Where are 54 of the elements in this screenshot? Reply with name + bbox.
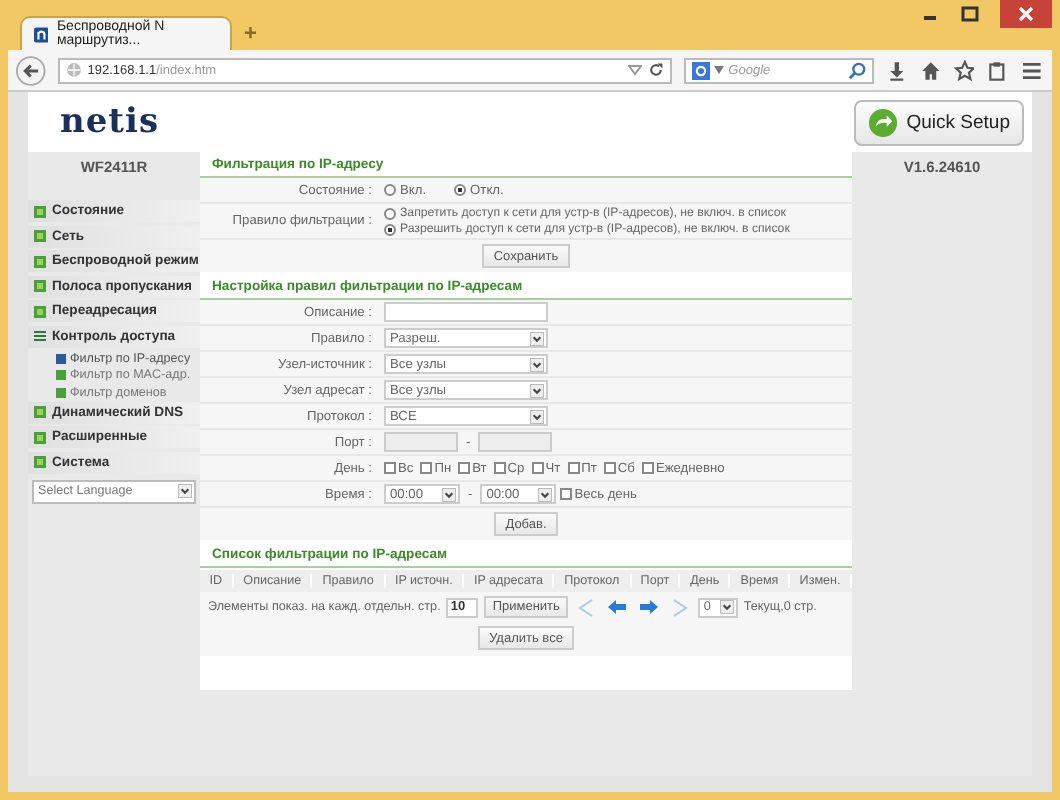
square-icon: [34, 280, 46, 292]
chevron-down-icon: [530, 357, 544, 371]
search-icon[interactable]: [847, 61, 866, 79]
square-icon: [56, 387, 66, 398]
checkbox[interactable]: [420, 462, 433, 474]
close-icon[interactable]: [1000, 0, 1052, 28]
new-tab-button[interactable]: +: [232, 16, 269, 50]
square-icon: [34, 255, 46, 267]
chevron-down-icon: [442, 487, 456, 501]
caret-icon: [714, 66, 725, 74]
chevron-down-icon: [530, 409, 544, 423]
chevron-down-icon: [530, 331, 544, 345]
radio-button[interactable]: [384, 223, 396, 235]
checkbox[interactable]: [567, 462, 580, 474]
square-icon: [56, 353, 66, 364]
arrow-right-icon[interactable]: [639, 600, 658, 614]
checkbox[interactable]: [531, 462, 544, 474]
square-icon: [34, 406, 46, 418]
reload-icon[interactable]: [648, 62, 665, 78]
chevron-down-icon: [178, 484, 192, 498]
back-icon[interactable]: [16, 55, 46, 85]
square-icon: [34, 431, 46, 443]
chevron-down-icon: [538, 487, 553, 501]
download-icon[interactable]: [885, 59, 908, 81]
square-icon: [34, 230, 46, 242]
checkbox[interactable]: [493, 462, 506, 474]
square-icon: [34, 456, 46, 468]
radio-button[interactable]: [384, 207, 396, 219]
radio-button[interactable]: [454, 184, 467, 196]
star-icon[interactable]: [953, 59, 975, 81]
square-icon: [34, 205, 46, 217]
chevron-down-icon: [719, 600, 734, 614]
square-icon: [56, 370, 66, 381]
favicon-icon: [34, 25, 49, 43]
arrow-left-icon[interactable]: [607, 600, 626, 614]
checkbox[interactable]: [560, 488, 573, 500]
list-icon: [34, 330, 46, 342]
quick-setup-button[interactable]: Quick Setup: [854, 99, 1024, 145]
checkbox[interactable]: [384, 462, 396, 474]
maximize-icon[interactable]: [960, 6, 980, 22]
checkbox[interactable]: [641, 462, 654, 474]
checkbox[interactable]: [458, 462, 471, 474]
menu-icon[interactable]: [1020, 59, 1044, 81]
checkbox[interactable]: [603, 462, 616, 474]
globe-icon: [65, 62, 82, 78]
chevron-down-icon: [530, 383, 544, 397]
description-field[interactable]: [384, 302, 548, 322]
square-icon: [34, 305, 46, 317]
netis-logo: netis: [60, 102, 160, 142]
radio-button[interactable]: [384, 184, 396, 196]
dropdown-icon[interactable]: [628, 64, 643, 76]
search-engine-icon: [692, 61, 711, 79]
clipboard-icon[interactable]: [986, 59, 1009, 81]
home-icon[interactable]: [919, 59, 941, 81]
